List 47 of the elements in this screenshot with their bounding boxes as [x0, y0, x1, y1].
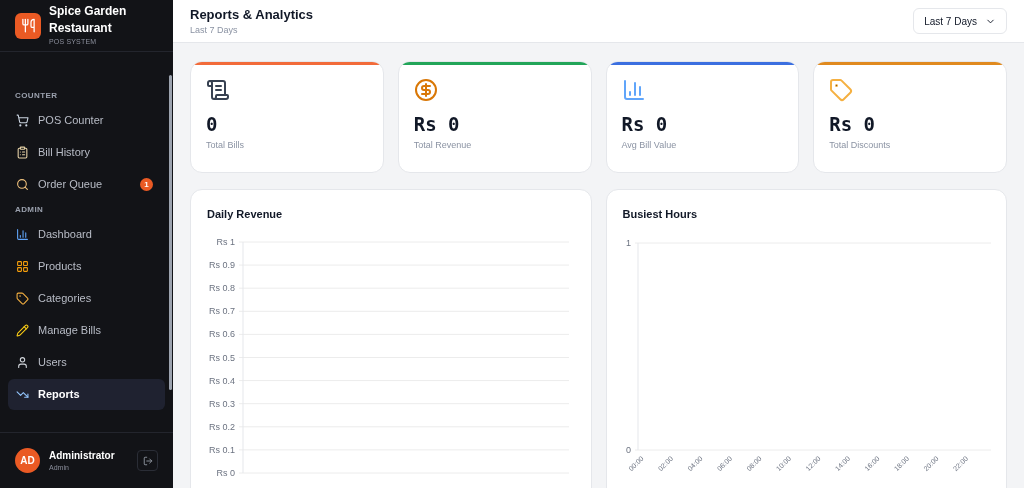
section-label: ADMIN	[14, 204, 45, 216]
trend-icon	[16, 388, 29, 401]
logout-button[interactable]	[137, 450, 158, 471]
stat-value: 0	[206, 112, 219, 136]
count-badge: 1	[140, 178, 153, 191]
cart-icon	[16, 114, 29, 127]
chart-title: Daily Revenue	[206, 207, 284, 222]
stat-value: Rs 0	[621, 112, 669, 136]
stat-label: Avg Bill Value	[621, 139, 678, 152]
logout-icon	[142, 455, 153, 466]
stat-label: Total Discounts	[829, 139, 892, 152]
page-subtitle: Last 7 Days	[190, 24, 239, 37]
nav-item[interactable]: POS Counter	[8, 105, 165, 136]
tag-icon	[829, 78, 854, 102]
page-title: Reports & Analytics	[190, 5, 315, 24]
clipboard-icon	[16, 146, 29, 159]
scroll-icon	[206, 78, 230, 102]
stat-label: Total Revenue	[413, 139, 473, 152]
tag-icon	[16, 292, 29, 305]
chart-icon	[16, 228, 29, 241]
nav-item[interactable]: Bill History	[8, 137, 165, 168]
search-icon	[16, 178, 29, 191]
chart-title: Busiest Hours	[621, 207, 699, 222]
nav-item[interactable]: Dashboard	[8, 219, 165, 250]
stat-label: Total Bills	[206, 139, 245, 152]
axis-label: 0	[625, 444, 631, 455]
nav-item[interactable]: Products	[8, 251, 165, 282]
user-icon	[16, 356, 29, 369]
logo-icon	[15, 12, 41, 39]
empty-chart-drawing: Rs 1 Rs 0.9 Rs 0.8 Rs 0.7 Rs 0.6 Rs 0.5 Rs 0.4 Rs 0.3 Rs 0.2 Rs 0.1 Rs 0	[199, 232, 571, 488]
brand-name: Spice Garden Restaurant	[49, 3, 128, 38]
grid-icon	[16, 260, 29, 273]
chart-icon	[621, 78, 646, 102]
nav-item[interactable]: Reports	[8, 379, 165, 410]
nav-item[interactable]: Manage Bills	[8, 315, 165, 346]
axis-label: 1	[625, 237, 631, 248]
nav-item[interactable]: Order Queue 1	[8, 169, 165, 200]
money-icon	[413, 78, 438, 102]
nav-item[interactable]: Users	[8, 347, 165, 378]
stat-value: Rs 0	[829, 112, 876, 136]
range-select[interactable]: Last 7 Days	[913, 8, 1007, 34]
section-label: COUNTER	[14, 90, 59, 102]
avatar: AD	[15, 448, 40, 473]
nav-item[interactable]: Categories	[8, 283, 165, 314]
pencil-icon	[16, 324, 29, 337]
user-name: Administrator	[49, 448, 116, 463]
stat-value: Rs 0	[413, 112, 461, 136]
